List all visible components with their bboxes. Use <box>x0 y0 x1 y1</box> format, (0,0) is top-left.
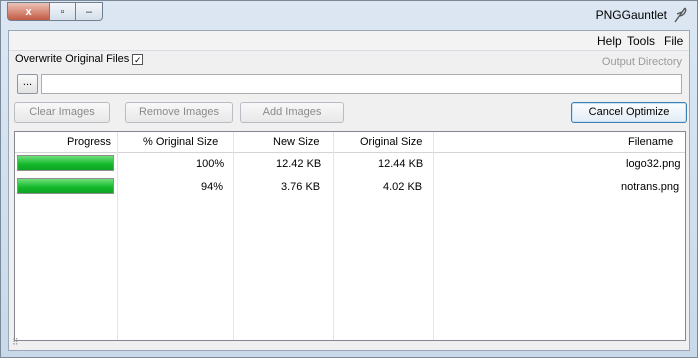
header-new-size[interactable]: New Size <box>273 136 319 148</box>
window-controls: x ▫ – <box>7 2 103 21</box>
menu-tools[interactable]: Tools <box>627 34 655 48</box>
browse-button[interactable]: ... <box>17 74 38 94</box>
progress-bar <box>17 178 114 194</box>
original-size-cell: 4.02 KB <box>383 181 423 193</box>
header-progress[interactable]: Progress <box>67 136 111 148</box>
restore-button[interactable]: ▫ <box>50 2 76 21</box>
progress-fill <box>18 156 113 170</box>
resize-grip-icon[interactable]: ⠿ <box>12 337 19 348</box>
percent-cell: 100% <box>196 158 225 170</box>
progress-bar <box>17 155 114 171</box>
menu-file[interactable]: File <box>664 34 683 48</box>
original-size-cell: 12.44 KB <box>378 158 424 170</box>
filename-cell: notrans.png <box>621 181 680 193</box>
list-header: Progress % Original Size New Size Origin… <box>15 132 685 153</box>
header-original-size[interactable]: Original Size <box>360 136 422 148</box>
remove-images-button[interactable]: Remove Images <box>125 102 233 123</box>
output-directory-input[interactable] <box>41 74 682 94</box>
percent-cell: 94% <box>201 181 224 193</box>
overwrite-option[interactable]: Overwrite Original Files ✓ <box>15 53 144 65</box>
overwrite-label: Overwrite Original Files <box>15 53 130 65</box>
header-filename[interactable]: Filename <box>628 136 673 148</box>
checkmark-icon: ✓ <box>134 54 142 65</box>
filename-cell: logo32.png <box>626 158 681 170</box>
add-images-button[interactable]: Add Images <box>240 102 344 123</box>
header-percent-original[interactable]: % Original Size <box>143 136 218 148</box>
menu-bar: Help Tools File <box>9 31 689 51</box>
image-list[interactable]: Progress % Original Size New Size Origin… <box>14 131 686 341</box>
progress-fill <box>18 179 113 193</box>
app-window: x ▫ – PNGGauntlet Help Tools File Overwr… <box>0 0 698 358</box>
clear-images-button[interactable]: Clear Images <box>14 102 110 123</box>
window-title: PNGGauntlet <box>595 8 667 22</box>
new-size-cell: 3.76 KB <box>281 181 321 193</box>
cancel-optimize-button[interactable]: Cancel Optimize <box>571 102 687 123</box>
new-size-cell: 12.42 KB <box>276 158 322 170</box>
feather-icon <box>674 7 687 23</box>
title-bar[interactable]: x ▫ – PNGGauntlet <box>1 1 697 29</box>
client-area: Help Tools File Overwrite Original Files… <box>8 30 690 351</box>
output-directory-label: Output Directory <box>601 56 682 68</box>
close-button[interactable]: x <box>7 2 50 21</box>
table-row[interactable]: 94% 3.76 KB 4.02 KB notrans.png <box>15 176 685 198</box>
minimize-button[interactable]: – <box>76 2 103 21</box>
table-row[interactable]: 100% 12.42 KB 12.44 KB logo32.png <box>15 153 685 175</box>
overwrite-checkbox[interactable]: ✓ <box>132 53 144 65</box>
menu-help[interactable]: Help <box>597 34 622 48</box>
